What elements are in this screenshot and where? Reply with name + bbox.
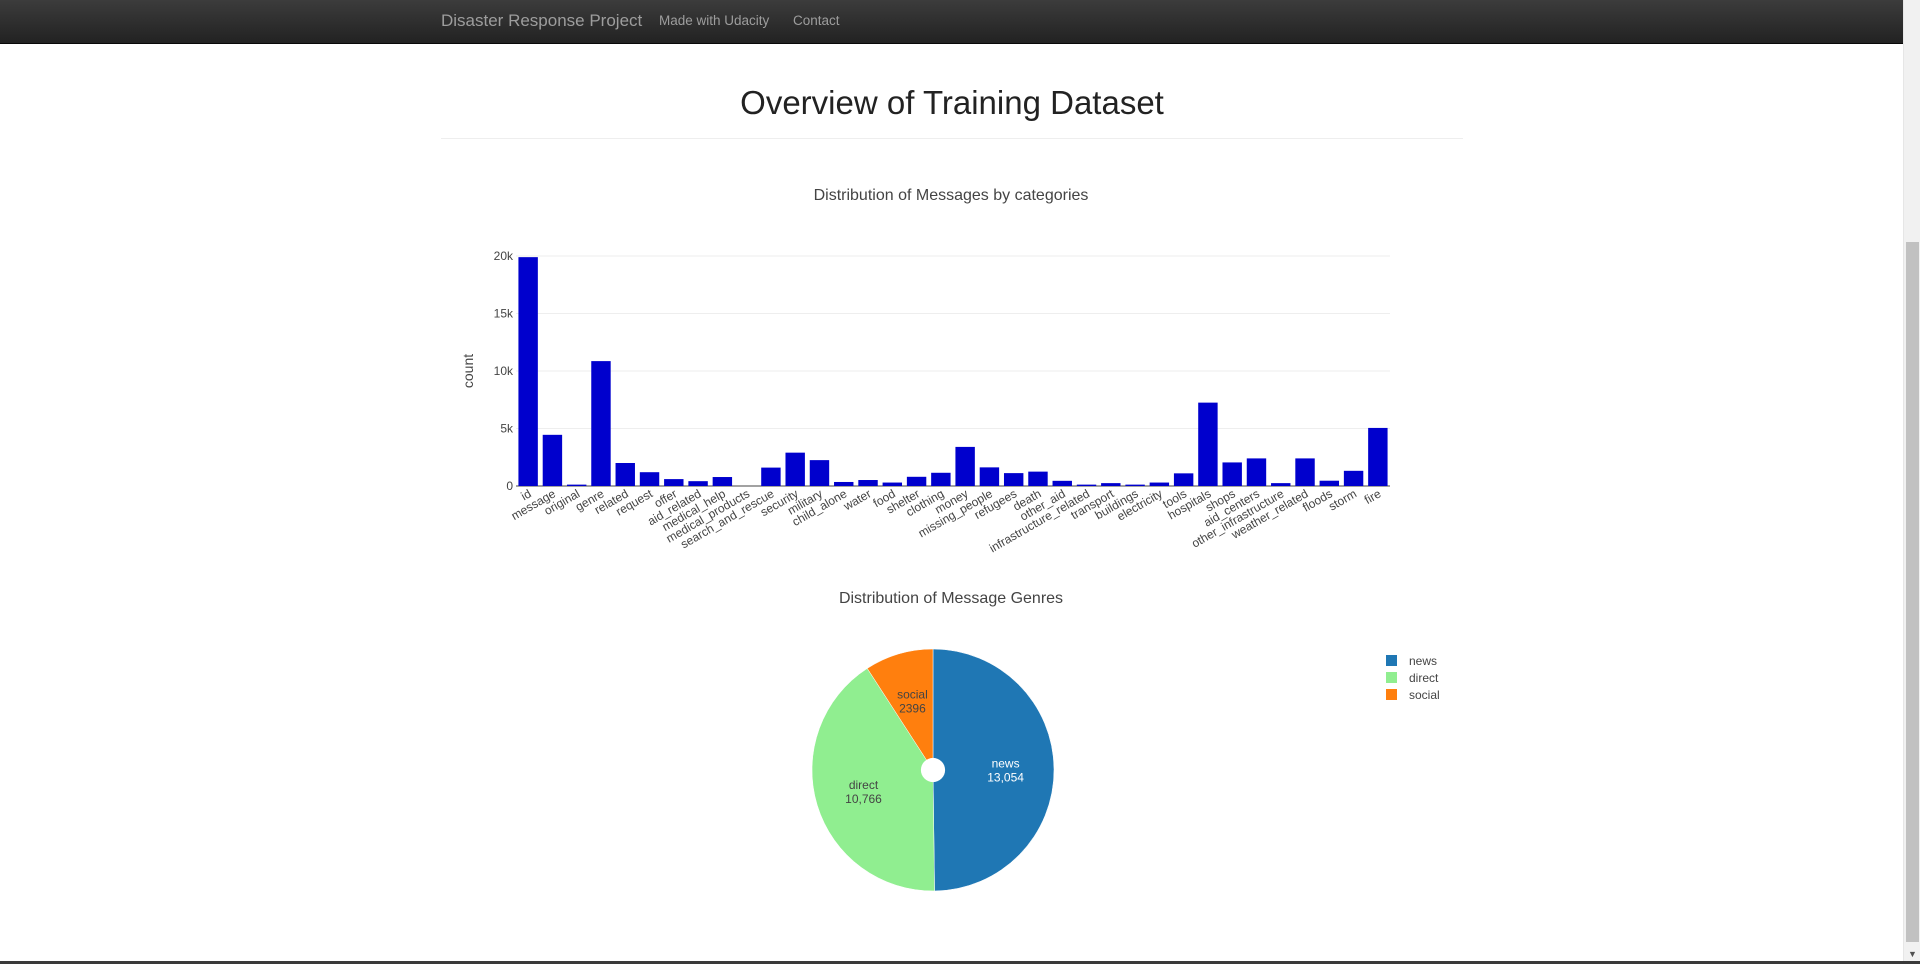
bar-offer <box>664 479 684 486</box>
y-tick-label: 10k <box>494 364 514 378</box>
legend-label-direct: direct <box>1409 671 1439 685</box>
y-tick-label: 20k <box>494 249 514 263</box>
bar-related <box>615 463 635 486</box>
legend-swatch-news <box>1386 655 1397 666</box>
bar-other_aid <box>1052 480 1072 486</box>
bar-hospitals <box>1198 402 1218 486</box>
x-tick-label: water <box>840 486 873 513</box>
bar-tools <box>1173 473 1194 486</box>
bar-military <box>809 460 830 486</box>
y-tick-label: 5k <box>500 422 514 436</box>
pie-label-news: news <box>992 757 1020 771</box>
bar-other_infrastructure <box>1271 483 1291 486</box>
x-tick-label: fire <box>1362 486 1384 507</box>
bar-child_alone <box>834 481 854 486</box>
bar-shops <box>1222 462 1242 486</box>
bar-security <box>785 452 805 486</box>
pie-label-direct: direct <box>849 778 879 792</box>
bar-transport <box>1101 483 1121 486</box>
bar-genre <box>591 361 611 486</box>
bar-message <box>542 434 563 486</box>
legend-label-social: social <box>1409 688 1440 702</box>
bar-id <box>518 257 538 486</box>
nav-link-udacity[interactable]: Made with Udacity <box>659 12 769 30</box>
bar-weather_related <box>1295 458 1315 486</box>
navbar-brand[interactable]: Disaster Response Project <box>441 11 642 31</box>
legend-swatch-social <box>1386 689 1397 700</box>
y-axis-label: count <box>460 354 476 388</box>
bar-chart-title: Distribution of Messages by categories <box>814 187 1089 204</box>
title-divider <box>441 138 1463 139</box>
bar-floods <box>1319 480 1340 486</box>
navbar: Disaster Response Project Made with Udac… <box>0 0 1903 44</box>
page-title: Overview of Training Dataset <box>740 84 1164 121</box>
bar-search_and_rescue <box>761 467 781 486</box>
bar-buildings <box>1125 484 1145 486</box>
bar-electricity <box>1149 482 1170 486</box>
bar-refugees <box>1003 473 1024 486</box>
pie-label-social: social <box>897 687 928 701</box>
pie-hole <box>920 757 946 783</box>
bar-aid_centers <box>1246 458 1267 486</box>
bar-request <box>639 472 660 486</box>
y-tick-label: 15k <box>494 307 514 321</box>
bar-water <box>858 480 878 486</box>
pie-chart: Distribution of Message Genresnews13,054… <box>811 590 1440 892</box>
bar-food <box>882 482 903 486</box>
bar-original <box>566 484 587 486</box>
legend-label-news: news <box>1409 654 1437 668</box>
bar-missing_people <box>979 467 1000 486</box>
scrollbar[interactable]: ▼ <box>1903 0 1920 964</box>
bar-clothing <box>931 472 951 486</box>
nav-link-contact[interactable]: Contact <box>793 12 840 30</box>
bar-aid_related <box>688 481 708 486</box>
bar-infrastructure_related <box>1076 484 1097 486</box>
bar-fire <box>1368 427 1388 486</box>
pie-value-news: 13,054 <box>987 771 1024 785</box>
pie-chart-title: Distribution of Message Genres <box>839 590 1063 607</box>
pie-value-direct: 10,766 <box>845 792 882 806</box>
bar-chart: Distribution of Messages by categories 0 5… <box>460 187 1390 555</box>
bar-shelter <box>906 476 927 486</box>
y-tick-label: 0 <box>506 479 513 493</box>
legend-swatch-direct <box>1386 672 1397 683</box>
page: Disaster Response Project Made with Udac… <box>0 0 1920 964</box>
bar-storm <box>1343 470 1364 486</box>
bar-death <box>1028 471 1048 486</box>
scrollbar-thumb[interactable] <box>1906 242 1919 942</box>
x-tick-label: storm <box>1326 486 1359 513</box>
bar-money <box>955 446 975 486</box>
bar-medical_help <box>712 477 733 486</box>
pie-value-social: 2396 <box>899 701 926 715</box>
